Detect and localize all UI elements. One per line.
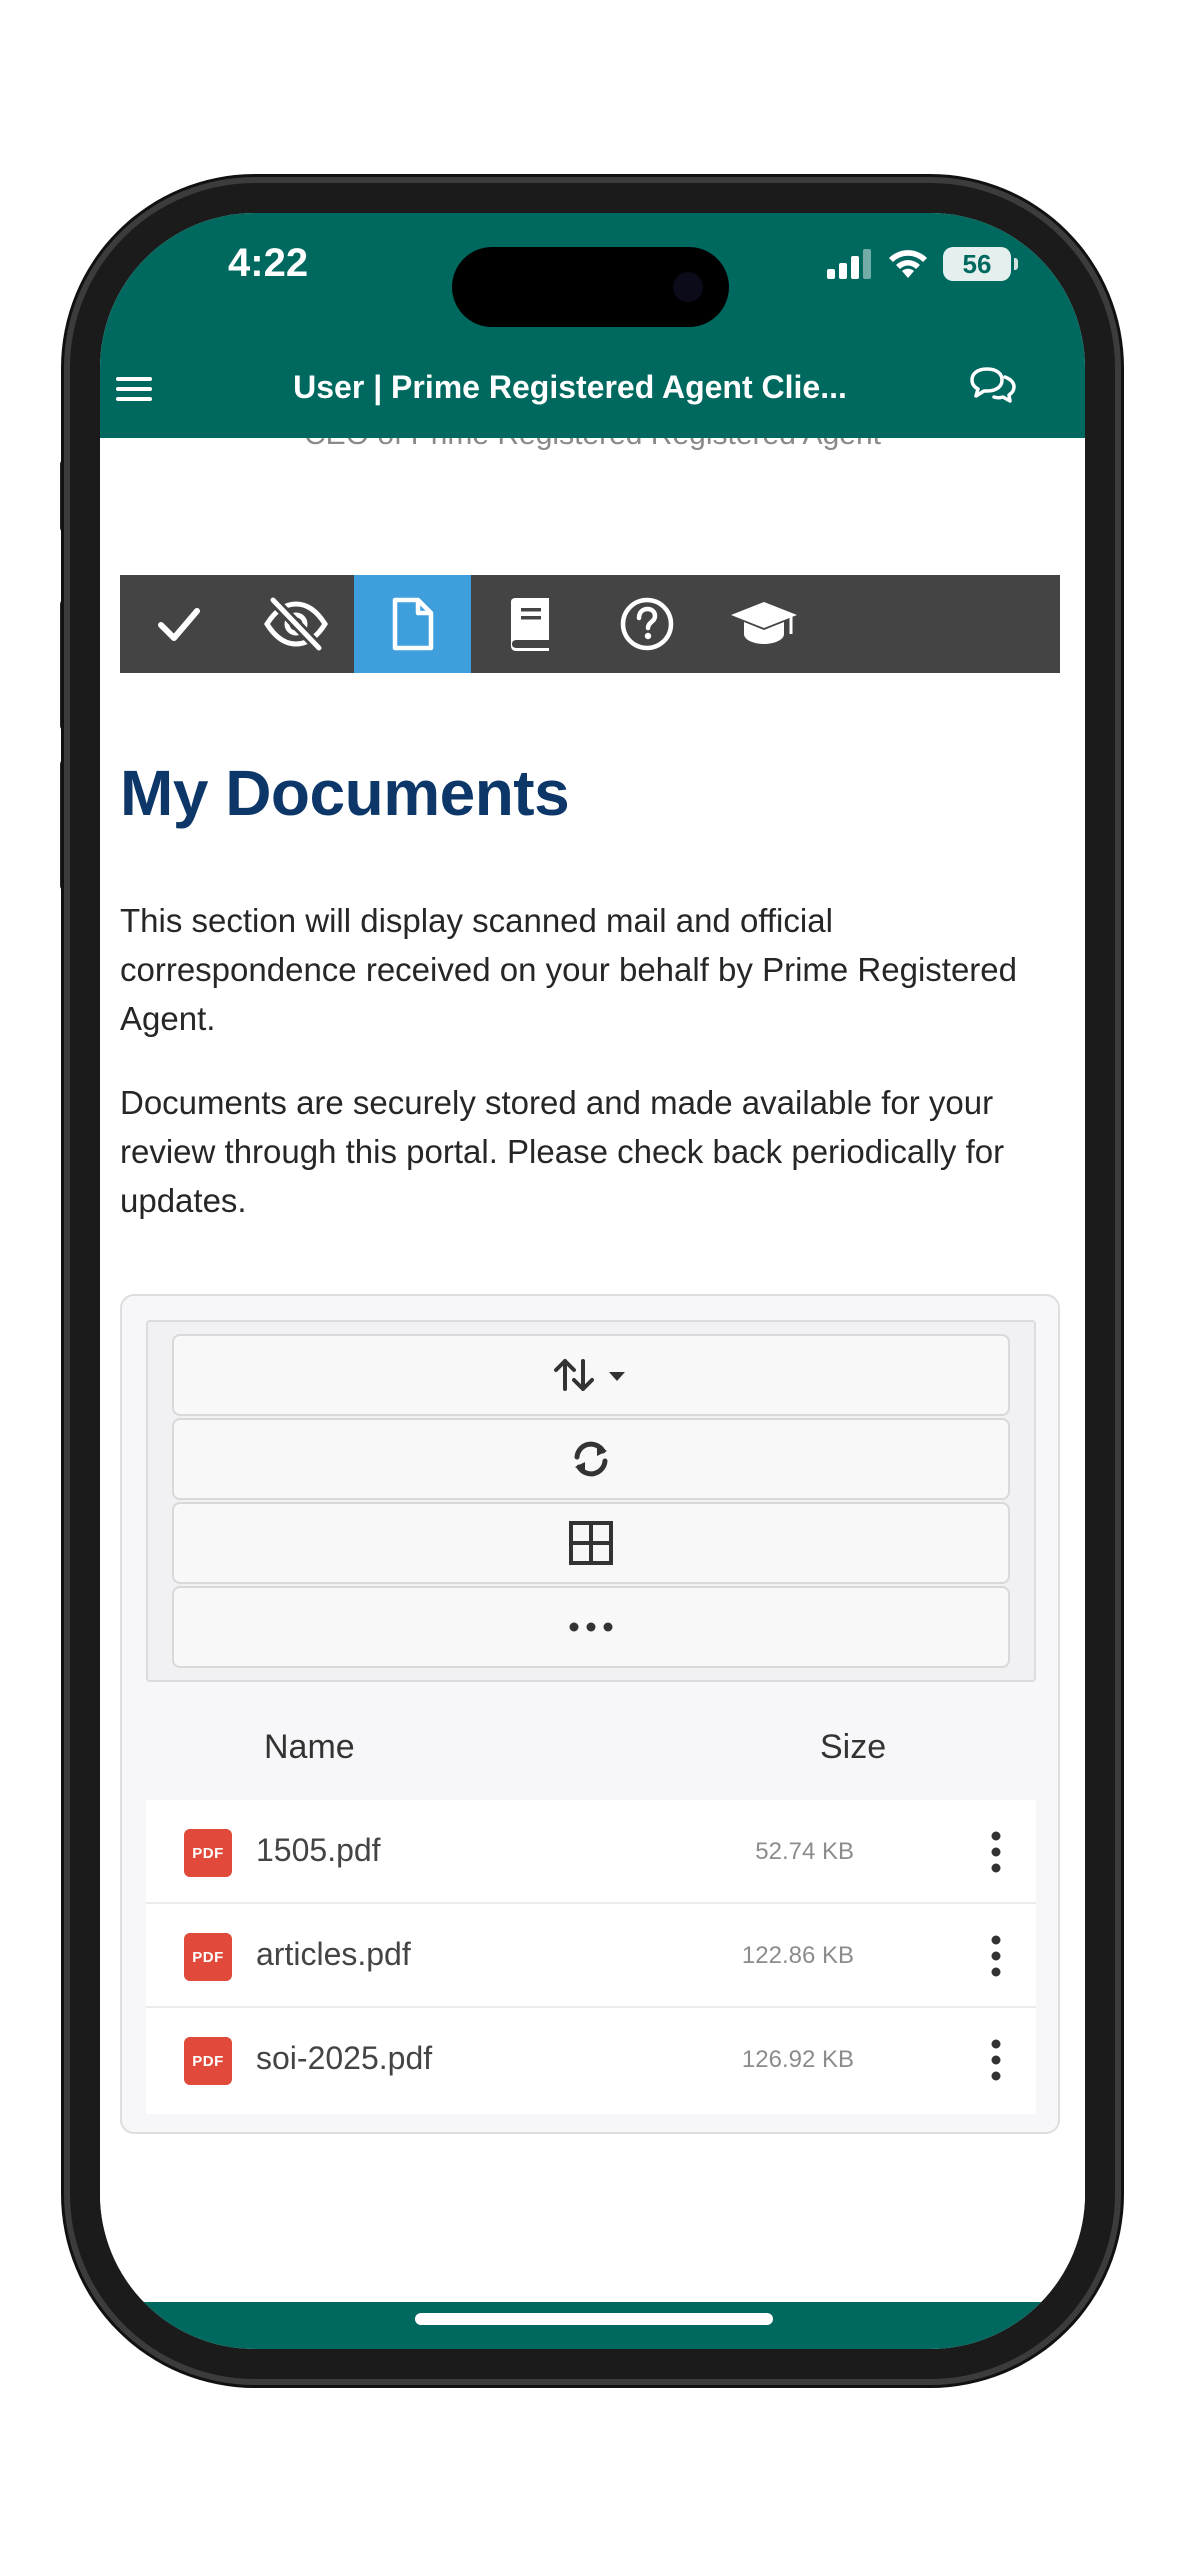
more-options-button[interactable] bbox=[172, 1586, 1010, 1668]
column-name-header[interactable]: Name bbox=[264, 1728, 355, 1767]
file-name[interactable]: articles.pdf bbox=[256, 1936, 411, 1973]
tab-resources[interactable] bbox=[471, 575, 588, 673]
grid-view-icon bbox=[569, 1521, 613, 1565]
app-bar: User | Prime Registered Agent Clie... bbox=[100, 341, 1085, 438]
file-grid-header: Name Size bbox=[146, 1716, 1036, 1786]
file-actions-button[interactable] bbox=[966, 2030, 1026, 2090]
volume-down-button bbox=[60, 760, 68, 890]
intro-paragraph: This section will display scanned mail a… bbox=[120, 902, 1017, 1037]
check-icon bbox=[157, 608, 200, 641]
wifi-icon bbox=[889, 250, 927, 278]
kebab-menu-icon bbox=[991, 1935, 1001, 1977]
file-manager-toolbar bbox=[146, 1320, 1036, 1682]
battery-indicator: 56 bbox=[943, 247, 1018, 281]
tab-hidden[interactable] bbox=[237, 575, 354, 673]
top-bar: 4:22 56 User | Prime Registered Agent Cl… bbox=[100, 213, 1085, 438]
app-title: User | Prime Registered Agent Clie... bbox=[293, 369, 847, 405]
tab-learning[interactable] bbox=[705, 575, 822, 673]
home-indicator[interactable] bbox=[415, 2313, 773, 2325]
tab-documents[interactable] bbox=[354, 575, 471, 673]
volume-up-button bbox=[60, 600, 68, 730]
bottom-bar bbox=[100, 2302, 1085, 2349]
more-icon bbox=[569, 1622, 613, 1632]
file-actions-button[interactable] bbox=[966, 1822, 1026, 1882]
file-list: PDF 1505.pdf 52.74 KB PDF articles.pdf 1… bbox=[146, 1800, 1036, 2114]
view-mode-button[interactable] bbox=[172, 1502, 1010, 1584]
file-row[interactable]: PDF articles.pdf 122.86 KB bbox=[146, 1904, 1036, 2008]
hamburger-menu-button[interactable] bbox=[106, 361, 162, 417]
status-icons: 56 bbox=[827, 247, 1018, 281]
phone-screen: 4:22 56 User | Prime Registered Agent Cl… bbox=[100, 213, 1085, 2349]
pdf-file-icon: PDF bbox=[184, 1829, 232, 1877]
action-button bbox=[60, 460, 68, 532]
pdf-file-icon: PDF bbox=[184, 1933, 232, 1981]
power-button bbox=[1115, 810, 1123, 1010]
chat-icon bbox=[970, 367, 1016, 403]
main-content: CEO of Prime Registered Registered Agent bbox=[100, 438, 1085, 2302]
file-manager: Name Size PDF 1505.pdf 52.74 KB PDF arti… bbox=[120, 1294, 1060, 2134]
file-icon bbox=[392, 597, 433, 651]
book-icon bbox=[510, 598, 549, 651]
phone-frame: 4:22 56 User | Prime Registered Agent Cl… bbox=[70, 183, 1115, 2379]
refresh-icon bbox=[574, 1441, 608, 1477]
camera bbox=[673, 272, 703, 302]
file-size: 126.92 KB bbox=[741, 2046, 854, 2073]
eye-slash-icon bbox=[263, 596, 328, 652]
chat-button[interactable] bbox=[965, 357, 1021, 413]
kebab-menu-icon bbox=[991, 2039, 1001, 2081]
sort-icon bbox=[554, 1359, 625, 1391]
file-name[interactable]: soi-2025.pdf bbox=[256, 2040, 432, 2077]
kebab-menu-icon bbox=[991, 1831, 1001, 1873]
tab-help[interactable] bbox=[588, 575, 705, 673]
dynamic-island bbox=[452, 247, 729, 327]
file-size: 52.74 KB bbox=[755, 1838, 854, 1865]
file-actions-button[interactable] bbox=[966, 1926, 1026, 1986]
info-paragraph: Documents are securely stored and made a… bbox=[120, 1084, 1005, 1219]
profile-subtitle: CEO of Prime Registered Registered Agent bbox=[100, 438, 1085, 452]
section-tabs bbox=[120, 575, 1060, 673]
tab-tasks[interactable] bbox=[120, 575, 237, 673]
refresh-button[interactable] bbox=[172, 1418, 1010, 1500]
page-title: My Documents bbox=[120, 757, 570, 829]
question-circle-icon bbox=[620, 597, 673, 651]
column-size-header[interactable]: Size bbox=[820, 1728, 886, 1767]
graduation-cap-icon bbox=[730, 602, 797, 644]
file-row[interactable]: PDF 1505.pdf 52.74 KB bbox=[146, 1800, 1036, 1904]
sort-button[interactable] bbox=[172, 1334, 1010, 1416]
status-time: 4:22 bbox=[228, 241, 309, 285]
file-row[interactable]: PDF soi-2025.pdf 126.92 KB bbox=[146, 2008, 1036, 2112]
signal-icon bbox=[827, 249, 871, 279]
file-size: 122.86 KB bbox=[741, 1942, 854, 1969]
hamburger-icon bbox=[116, 377, 152, 401]
file-name[interactable]: 1505.pdf bbox=[256, 1832, 381, 1869]
pdf-file-icon: PDF bbox=[184, 2037, 232, 2085]
